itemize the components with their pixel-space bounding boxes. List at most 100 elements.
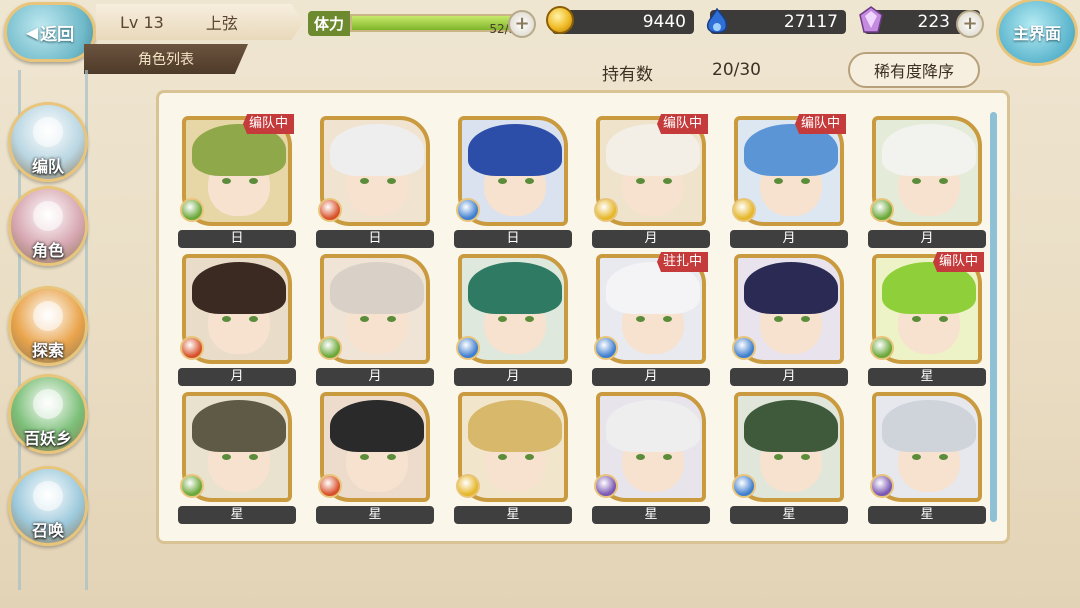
character-card[interactable]: 编队中月 — [730, 114, 850, 254]
portrait-eyes — [912, 178, 948, 184]
portrait-eyes — [912, 454, 948, 460]
character-card[interactable]: 星 — [178, 392, 298, 530]
gem-value: 223 — [917, 12, 950, 32]
section-tab: 角色列表 — [84, 44, 248, 74]
fire-element-icon — [180, 336, 204, 360]
wind-element-icon — [318, 336, 342, 360]
wind-element-icon — [180, 474, 204, 498]
gem-icon — [859, 6, 883, 33]
water-element-icon — [594, 336, 618, 360]
village-icon — [33, 389, 63, 419]
fire-element-icon — [318, 474, 342, 498]
character-card[interactable]: 星 — [316, 392, 436, 530]
portrait-eyes — [774, 316, 810, 322]
status-badge: 编队中 — [656, 114, 708, 134]
portrait-hair — [606, 400, 700, 452]
character-card[interactable]: 编队中日 — [178, 114, 298, 254]
add-gem-button[interactable]: + — [956, 10, 984, 38]
character-card[interactable]: 日 — [316, 116, 436, 254]
portrait-eyes — [912, 316, 948, 322]
main-screen-button[interactable]: 主界面 — [996, 0, 1078, 66]
portrait-eyes — [222, 178, 258, 184]
rarity-label: 星 — [868, 368, 986, 386]
character-card[interactable]: 驻扎中月 — [592, 252, 712, 392]
character-card[interactable]: 月 — [178, 254, 298, 392]
rarity-label: 月 — [868, 230, 986, 248]
portrait-eyes — [222, 316, 258, 322]
rarity-label: 星 — [178, 506, 296, 524]
wind-element-icon — [870, 336, 894, 360]
rarity-label: 日 — [178, 230, 296, 248]
portrait-eyes — [222, 454, 258, 460]
portrait-hair — [468, 124, 562, 176]
rarity-label: 星 — [868, 506, 986, 524]
portrait-eyes — [360, 454, 396, 460]
rarity-label: 星 — [316, 506, 434, 524]
status-badge: 编队中 — [932, 252, 984, 272]
water-element-icon — [732, 474, 756, 498]
nav-character[interactable]: 角色 — [8, 186, 88, 266]
portrait-hair — [744, 262, 838, 314]
portrait-eyes — [636, 454, 672, 460]
soul-counter: 27117 — [710, 10, 846, 34]
stamina-bar: 体力 52/52 — [308, 10, 528, 36]
portrait-hair — [330, 124, 424, 176]
nav-village[interactable]: 百妖乡 — [8, 374, 88, 454]
character-card[interactable]: 星 — [868, 392, 988, 530]
sort-button[interactable]: 稀有度降序 — [848, 52, 980, 88]
moon-phase: 上弦 — [205, 14, 238, 33]
rarity-label: 月 — [592, 230, 710, 248]
portrait-eyes — [360, 178, 396, 184]
water-element-icon — [456, 198, 480, 222]
hold-label: 持有数 — [602, 65, 653, 85]
nav-label: 百妖乡 — [23, 429, 72, 448]
portrait-hair — [882, 400, 976, 452]
rarity-label: 星 — [592, 506, 710, 524]
soul-flame-icon — [706, 8, 728, 34]
rarity-label: 月 — [592, 368, 710, 386]
player-level: Lv 13 — [120, 12, 164, 32]
back-button[interactable]: ◀ 返回 — [4, 2, 96, 62]
character-card[interactable]: 星 — [730, 392, 850, 530]
nav-label: 召唤 — [31, 521, 64, 540]
portrait-hair — [882, 124, 976, 176]
stamina-label: 体力 — [308, 10, 351, 36]
explore-icon — [33, 301, 63, 331]
portrait-eyes — [774, 454, 810, 460]
summon-icon — [33, 481, 63, 511]
portrait-hair — [330, 262, 424, 314]
character-card[interactable]: 月 — [316, 254, 436, 392]
scrollbar[interactable] — [990, 112, 997, 522]
light-element-icon — [732, 198, 756, 222]
hold-count: 20/30 — [712, 60, 761, 80]
portrait-hair — [330, 400, 424, 452]
water-element-icon — [456, 336, 480, 360]
character-card[interactable]: 日 — [454, 116, 574, 254]
status-badge: 编队中 — [242, 114, 294, 134]
rarity-label: 月 — [454, 368, 572, 386]
character-card[interactable]: 月 — [730, 254, 850, 392]
nav-label: 编队 — [31, 157, 64, 176]
character-card[interactable]: 星 — [592, 392, 712, 530]
character-card[interactable]: 星 — [454, 392, 574, 530]
character-card[interactable]: 月 — [868, 116, 988, 254]
scrollbar-thumb[interactable] — [990, 112, 997, 522]
light-element-icon — [594, 198, 618, 222]
fire-element-icon — [318, 198, 342, 222]
nav-explore[interactable]: 探索 — [8, 286, 88, 366]
portrait-eyes — [774, 178, 810, 184]
coin-value: 9440 — [642, 12, 686, 32]
nav-summon[interactable]: 召唤 — [8, 466, 88, 546]
rarity-label: 月 — [178, 368, 296, 386]
character-card[interactable]: 月 — [454, 254, 574, 392]
character-card[interactable]: 编队中星 — [868, 252, 988, 392]
dark-element-icon — [594, 474, 618, 498]
dark-element-icon — [870, 474, 894, 498]
rarity-label: 月 — [316, 368, 434, 386]
back-button-label: 返回 — [40, 24, 75, 45]
add-stamina-button[interactable]: + — [508, 10, 536, 38]
status-badge: 驻扎中 — [656, 252, 708, 272]
wind-element-icon — [870, 198, 894, 222]
character-card[interactable]: 编队中月 — [592, 114, 712, 254]
nav-team[interactable]: 编队 — [8, 102, 88, 182]
